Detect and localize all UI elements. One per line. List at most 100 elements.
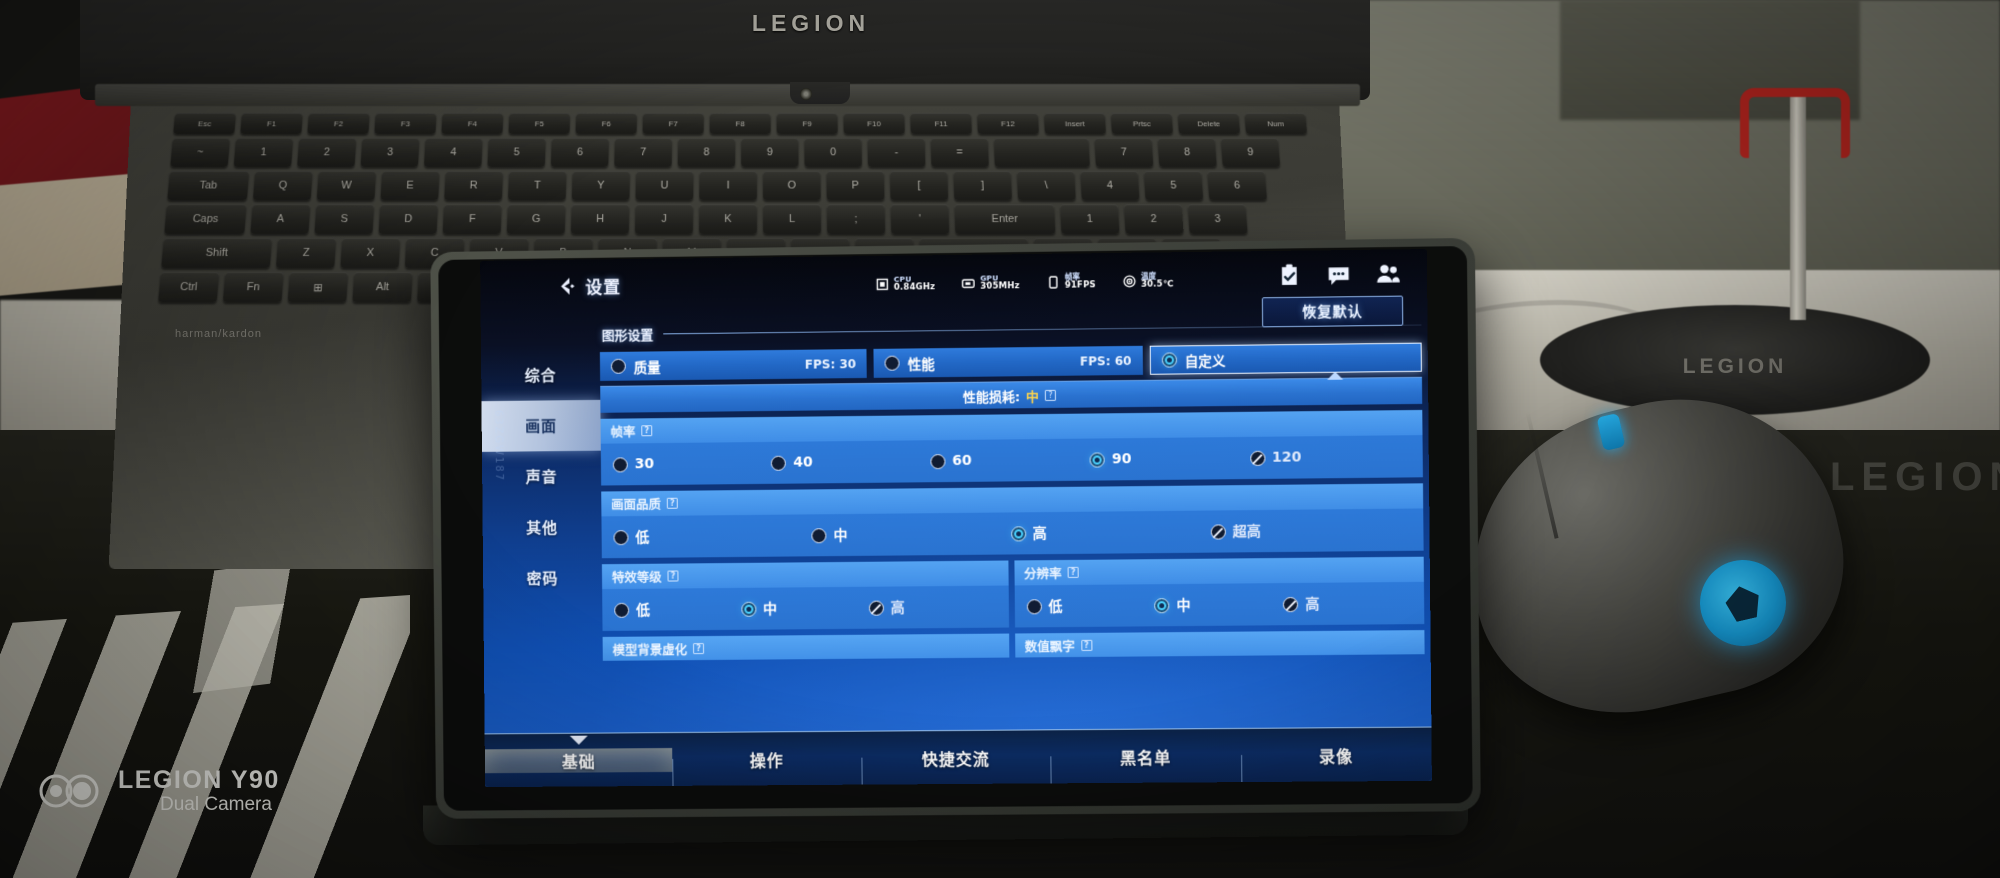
help-icon[interactable]: ? — [667, 498, 678, 509]
preset-自定义[interactable]: 自定义 — [1149, 343, 1422, 375]
option-label: 低 — [1048, 596, 1062, 616]
stat-text: 帧率 91FPS — [1065, 273, 1096, 291]
tab-快捷交流[interactable]: 快捷交流 — [861, 745, 1051, 770]
stat-value: 0.84GHz — [894, 283, 935, 293]
keyboard-key: [ — [890, 171, 948, 200]
option-label: 90 — [1112, 451, 1132, 467]
radio-disabled-icon — [1210, 524, 1225, 539]
friends-icon[interactable] — [1375, 261, 1400, 286]
option-40[interactable]: 40 — [771, 453, 930, 471]
tab-黑名单[interactable]: 黑名单 — [1050, 743, 1240, 768]
keyboard-key: F2 — [307, 113, 369, 134]
keyboard-key: P — [826, 171, 884, 200]
watermark-line1: LEGION Y90 — [118, 766, 280, 794]
option-低[interactable]: 低 — [613, 525, 811, 547]
option-低[interactable]: 低 — [614, 599, 741, 620]
radio-unselected-icon[interactable] — [613, 457, 628, 472]
radio-unselected-icon[interactable] — [1026, 599, 1041, 614]
option-60[interactable]: 60 — [930, 452, 1090, 470]
keyboard-key: W — [317, 171, 376, 200]
settings-content: 图形设置 质量 FPS: 30 性能 FPS: 60 自定义 性能损耗: 中 ? 帧率?… — [600, 315, 1426, 732]
keyboard-key: Caps — [164, 204, 246, 234]
radio-selected-icon[interactable] — [1161, 352, 1176, 367]
active-tab-caret-icon — [570, 735, 588, 744]
setting-group-模型背景虚化[interactable]: 模型背景虚化? — [603, 634, 1009, 661]
keyboard-key: D — [378, 204, 438, 234]
option-中[interactable]: 中 — [741, 598, 869, 619]
option-label: 低 — [635, 527, 649, 547]
preset-left: 性能 — [885, 353, 935, 374]
keyboard-key: 8 — [678, 138, 736, 167]
keyboard-key: F7 — [643, 113, 704, 134]
setting-group-数值飘字[interactable]: 数值飘字? — [1015, 630, 1425, 657]
radio-unselected-icon[interactable] — [611, 359, 626, 374]
sidebar-item-其他[interactable]: 其他 — [482, 501, 601, 553]
tab-基础[interactable]: 基础 — [485, 748, 673, 773]
radio-unselected-icon[interactable] — [930, 454, 945, 469]
option-低[interactable]: 低 — [1026, 595, 1154, 616]
radio-unselected-icon[interactable] — [614, 602, 629, 617]
keyboard-key: Enter — [954, 204, 1055, 234]
radio-selected-icon[interactable] — [1090, 452, 1105, 467]
keyboard-key: 5 — [487, 138, 545, 167]
tab-label: 黑名单 — [1120, 748, 1171, 767]
option-高[interactable]: 高 — [1011, 522, 1211, 544]
sidebar-item-密码[interactable]: 密码 — [483, 552, 602, 604]
performance-cost-help-icon[interactable]: ? — [1045, 389, 1056, 400]
tab-label: 快捷交流 — [922, 749, 990, 768]
stat-text: 温度 30.5℃ — [1141, 272, 1174, 290]
tab-录像[interactable]: 录像 — [1241, 742, 1432, 767]
chat-icon[interactable] — [1326, 262, 1351, 287]
keyboard-key: = — [931, 138, 989, 167]
sidebar-item-综合[interactable]: 综合 — [481, 349, 600, 401]
preset-性能[interactable]: 性能 FPS: 60 — [874, 346, 1143, 378]
keyboard-row: Tab Q W E R T Y U I O P[] \ 4 5 6 — [167, 171, 1267, 200]
radio-unselected-icon[interactable] — [613, 530, 628, 545]
radio-unselected-icon[interactable] — [812, 528, 827, 543]
graphics-preset-row: 质量 FPS: 30 性能 FPS: 60 自定义 — [600, 343, 1422, 381]
setting-group-特效等级: 特效等级? 低 中 高 — [602, 561, 1009, 631]
keyboard-key: H — [571, 204, 630, 234]
option-90[interactable]: 90 — [1090, 450, 1250, 468]
help-icon[interactable]: ? — [667, 570, 678, 581]
tab-label: 基础 — [562, 752, 596, 771]
radio-selected-icon[interactable] — [1154, 598, 1169, 613]
keyboard-key: ⊞ — [288, 272, 349, 302]
option-label: 高 — [1033, 523, 1047, 543]
checklist-icon[interactable] — [1277, 263, 1302, 288]
option-label: 60 — [952, 453, 972, 469]
tab-操作[interactable]: 操作 — [673, 746, 862, 771]
radio-unselected-icon[interactable] — [885, 356, 900, 371]
back-and-title[interactable]: 设置 — [556, 273, 622, 299]
option-中[interactable]: 中 — [812, 523, 1011, 545]
keyboard-key: Delete — [1178, 113, 1241, 134]
back-arrow-icon[interactable] — [556, 276, 577, 297]
group-title-row: 分辨率? — [1014, 557, 1424, 586]
radio-selected-icon[interactable] — [741, 601, 756, 616]
option-label: 120 — [1272, 449, 1302, 465]
help-icon[interactable]: ? — [641, 425, 652, 436]
laptop-lid-brand: LEGION — [686, 6, 936, 40]
selected-preset-caret-icon — [1327, 372, 1343, 380]
help-icon[interactable]: ? — [1068, 567, 1079, 578]
keyboard-key: F12 — [977, 113, 1039, 134]
stat-gpu: GPU 305MHz — [962, 274, 1020, 292]
keyboard-key: G — [507, 204, 566, 234]
page-title: 设置 — [585, 273, 621, 298]
option-label: 40 — [793, 454, 813, 470]
keyboard-key: Esc — [173, 113, 236, 134]
keyboard-row: Esc F1 F2 F3 F4 F5 F6 F7 F8 F9 F10 F11 F12 Insert Prts… — [173, 113, 1307, 134]
option-中[interactable]: 中 — [1154, 594, 1283, 615]
option-120: 120 — [1250, 448, 1411, 466]
radio-selected-icon[interactable] — [1011, 526, 1026, 541]
option-30[interactable]: 30 — [613, 455, 772, 473]
keyboard-key: 3 — [1188, 204, 1248, 234]
group-options: 30 40 60 90 120 — [601, 435, 1423, 485]
help-icon[interactable]: ? — [693, 643, 704, 654]
keyboard-key: F8 — [710, 113, 771, 134]
help-icon[interactable]: ? — [1081, 639, 1092, 650]
option-高: 高 — [869, 597, 997, 618]
radio-unselected-icon[interactable] — [771, 455, 786, 470]
preset-质量[interactable]: 质量 FPS: 30 — [600, 349, 867, 381]
keyboard-key: 7 — [1094, 138, 1153, 167]
